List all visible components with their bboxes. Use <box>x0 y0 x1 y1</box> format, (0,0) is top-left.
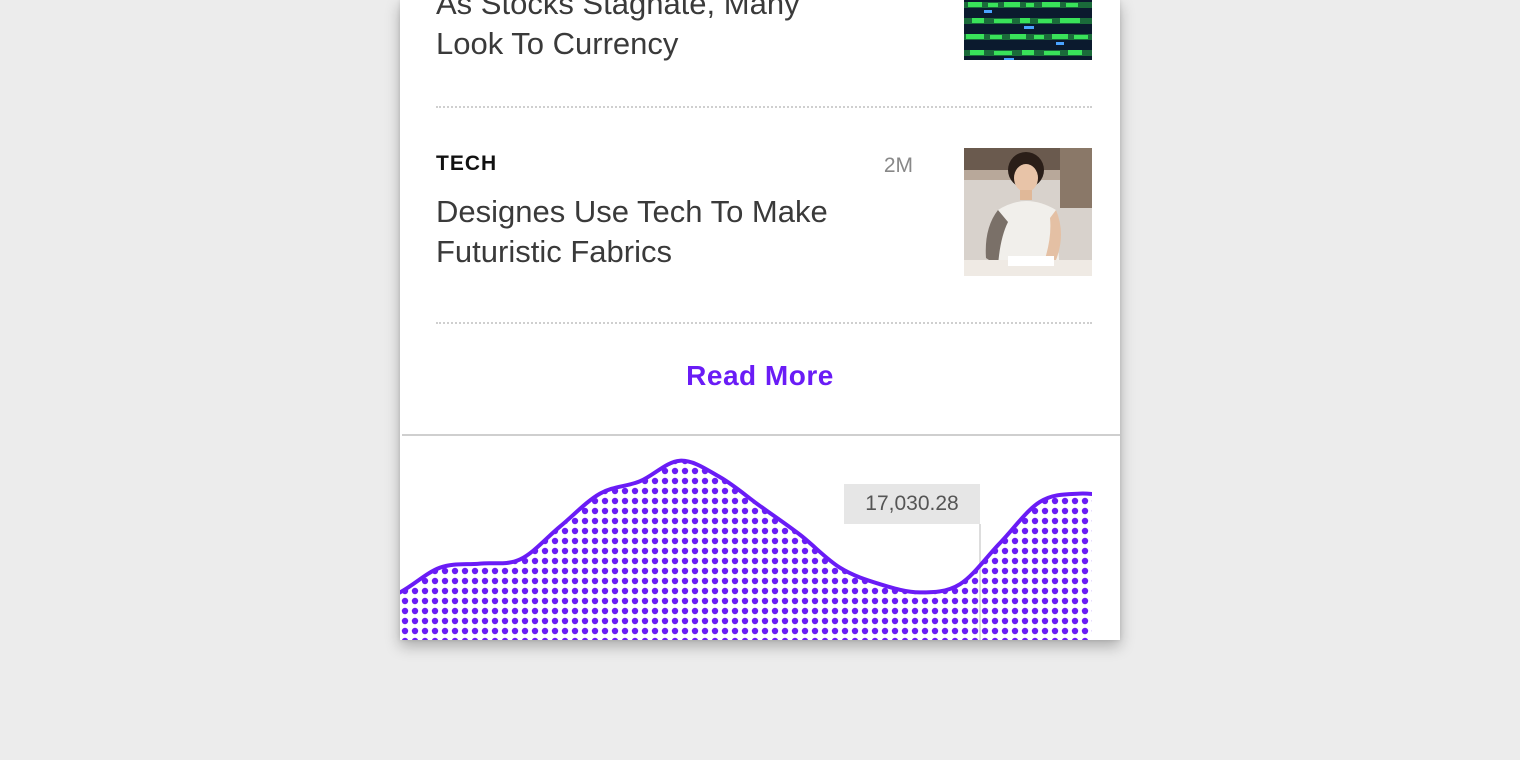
news-card: As Stocks Stagnate, Many Look To Currenc… <box>400 0 1120 640</box>
article-age: 2M <box>883 154 913 177</box>
headline-line: Futuristic Fabrics <box>436 234 672 269</box>
article-thumbnail-woman-drawing[interactable] <box>964 148 1092 276</box>
article-thumbnail-stock-ticker[interactable] <box>964 0 1092 60</box>
article-headline[interactable]: As Stocks Stagnate, Many Look To Currenc… <box>436 0 906 64</box>
article-headline[interactable]: Designes Use Tech To Make Futuristic Fab… <box>436 192 906 272</box>
highlight-value-label: 17,030.28 <box>844 484 980 524</box>
article-divider <box>436 322 1092 324</box>
headline-line: As Stocks Stagnate, Many <box>436 0 800 21</box>
headline-line: Look To Currency <box>436 26 679 61</box>
read-more-link[interactable]: Read More <box>400 360 1120 392</box>
article-category[interactable]: TECH <box>436 152 497 176</box>
series-area <box>400 460 1092 640</box>
stock-ticker-image <box>964 0 1092 60</box>
market-chart <box>400 458 1092 640</box>
headline-line: Designes Use Tech To Make <box>436 194 828 229</box>
article-divider <box>436 106 1092 108</box>
woman-drawing-image <box>964 148 1092 276</box>
